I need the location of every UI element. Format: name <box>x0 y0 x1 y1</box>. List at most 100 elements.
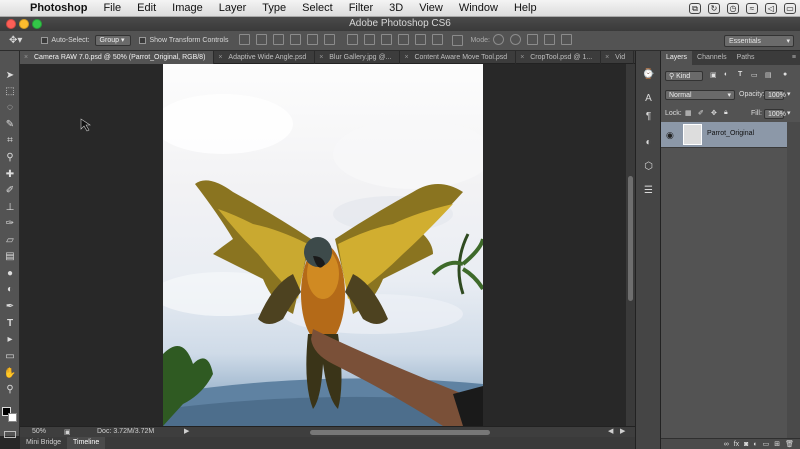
eraser-tool-icon[interactable]: ▱ <box>3 234 17 248</box>
workspace-switcher[interactable]: Essentials ▾ <box>724 35 794 47</box>
path-select-tool-icon[interactable]: ▸ <box>3 333 17 347</box>
volume-icon[interactable]: ◁ <box>765 3 777 14</box>
menu-type[interactable]: Type <box>254 0 294 17</box>
menu-window[interactable]: Window <box>451 0 506 17</box>
filter-adjustment-icon[interactable]: ◐ <box>724 71 728 78</box>
3d-panel-icon[interactable]: ⬡ <box>641 159 656 174</box>
zoom-window-button[interactable] <box>32 19 42 29</box>
lock-position-icon[interactable]: ✥ <box>711 109 717 117</box>
type-tool-icon[interactable]: T <box>3 317 17 331</box>
filter-pixel-icon[interactable]: ▣ <box>710 71 717 79</box>
lasso-tool-icon[interactable]: ◌ <box>3 101 17 115</box>
tab-vid[interactable]: × Vid <box>601 51 635 64</box>
gradient-tool-icon[interactable]: ▤ <box>3 250 17 264</box>
quick-mask-icon[interactable] <box>4 431 16 438</box>
minimize-window-button[interactable] <box>19 19 29 29</box>
battery-icon[interactable]: ▭ <box>784 3 796 14</box>
distribute-hcenter-icon[interactable] <box>415 34 427 45</box>
close-tab-icon[interactable]: × <box>319 51 323 64</box>
scroll-right-icon[interactable]: ▶ <box>620 427 625 435</box>
blur-tool-icon[interactable]: ● <box>3 267 17 281</box>
distribute-top-icon[interactable] <box>347 34 359 45</box>
new-adjustment-icon[interactable]: ◐ <box>753 441 757 448</box>
adjustments-panel-icon[interactable]: ◐ <box>641 135 656 150</box>
align-vcenter-icon[interactable] <box>256 34 268 45</box>
menu-select[interactable]: Select <box>294 0 341 17</box>
auto-select-dropdown[interactable]: Group ▾ <box>94 35 132 46</box>
history-panel-icon[interactable]: ⌚ <box>641 67 656 82</box>
menu-filter[interactable]: Filter <box>341 0 381 17</box>
3d-slide-icon[interactable] <box>543 34 555 45</box>
shape-tool-icon[interactable]: ▭ <box>3 350 17 364</box>
brush-tool-icon[interactable]: ✐ <box>3 184 17 198</box>
close-tab-icon[interactable]: × <box>24 51 28 64</box>
add-mask-icon[interactable]: ◙ <box>744 441 748 448</box>
move-tool-preset-icon[interactable]: ✥▾ <box>6 35 25 47</box>
distribute-left-icon[interactable] <box>398 34 410 45</box>
align-bottom-icon[interactable] <box>273 34 285 45</box>
blend-mode-dropdown[interactable]: Normal ▾ <box>665 90 735 100</box>
document-image-parrot[interactable] <box>163 64 483 426</box>
close-tab-icon[interactable]: × <box>520 51 524 64</box>
properties-panel-icon[interactable]: ☰ <box>641 183 656 198</box>
status-menu-icon[interactable]: ▣ <box>64 428 71 436</box>
chevron-down-icon[interactable]: ▾ <box>787 109 791 117</box>
close-window-button[interactable] <box>6 19 16 29</box>
marquee-tool-icon[interactable]: ⬚ <box>3 85 17 99</box>
tab-blur-gallery[interactable]: × Blur Gallery.jpg @... <box>315 51 401 64</box>
menu-edit[interactable]: Edit <box>129 0 164 17</box>
sync-icon[interactable]: ↻ <box>708 3 720 14</box>
timemachine-icon[interactable]: ◷ <box>727 3 739 14</box>
tab-layers[interactable]: Layers <box>661 51 693 65</box>
filter-type-icon[interactable]: T <box>738 71 742 78</box>
align-hcenter-icon[interactable] <box>307 34 319 45</box>
transform-controls-check-box[interactable] <box>139 36 147 44</box>
new-group-icon[interactable]: ▭ <box>763 440 770 448</box>
align-top-icon[interactable] <box>239 34 251 45</box>
lock-image-icon[interactable]: ✐ <box>698 109 704 117</box>
layer-row-parrot-original[interactable]: ◉ Parrot_Original <box>661 122 787 148</box>
background-color-swatch[interactable] <box>8 413 17 422</box>
document-canvas-area[interactable] <box>20 64 626 426</box>
layer-name[interactable]: Parrot_Original <box>707 130 754 137</box>
scroll-left-icon[interactable]: ◀ <box>608 427 613 435</box>
filter-shape-icon[interactable]: ▭ <box>751 71 758 79</box>
layers-scrollbar[interactable] <box>787 122 800 438</box>
dodge-tool-icon[interactable]: ◐ <box>3 283 17 297</box>
healing-brush-tool-icon[interactable]: ✚ <box>3 168 17 182</box>
eyedropper-tool-icon[interactable]: ⚲ <box>3 151 17 165</box>
new-layer-icon[interactable]: ⊞ <box>774 440 780 448</box>
menu-3d[interactable]: 3D <box>381 0 411 17</box>
auto-select-check-box[interactable] <box>41 36 49 44</box>
pen-tool-icon[interactable]: ✒ <box>3 300 17 314</box>
wifi-icon[interactable]: ≈ <box>746 3 758 14</box>
chevron-down-icon[interactable]: ▾ <box>787 90 791 98</box>
layer-kind-filter[interactable]: ⚲ Kind <box>665 71 703 81</box>
distribute-vcenter-icon[interactable] <box>364 34 376 45</box>
menu-help[interactable]: Help <box>506 0 545 17</box>
tab-channels[interactable]: Channels <box>692 51 732 65</box>
link-layers-icon[interactable]: ∞ <box>724 441 729 448</box>
tab-content-aware-move[interactable]: × Content Aware Move Tool.psd <box>400 51 517 64</box>
filter-toggle-icon[interactable]: ● <box>783 71 787 78</box>
status-arrow-icon[interactable]: ▶ <box>184 427 189 435</box>
filter-smart-object-icon[interactable]: ▤ <box>765 71 772 79</box>
panel-menu-icon[interactable]: ≡ <box>792 51 800 65</box>
vertical-scroll-thumb[interactable] <box>628 176 633 301</box>
menu-image[interactable]: Image <box>164 0 211 17</box>
distribute-right-icon[interactable] <box>432 34 444 45</box>
paragraph-panel-icon[interactable]: ¶ <box>641 109 656 124</box>
move-tool-icon[interactable]: ➤ <box>3 69 17 83</box>
tab-crop-tool[interactable]: × CropTool.psd @ 1... <box>516 51 602 64</box>
vertical-scrollbar[interactable] <box>626 64 635 426</box>
tab-mini-bridge[interactable]: Mini Bridge <box>20 437 67 449</box>
tab-adaptive-wide-angle[interactable]: × Adaptive Wide Angle.psd <box>214 51 316 64</box>
transform-controls-checkbox[interactable] <box>139 36 149 44</box>
fill-field[interactable]: 100% <box>764 109 786 119</box>
trash-icon[interactable]: 🗑︎ <box>785 440 794 448</box>
align-left-icon[interactable] <box>290 34 302 45</box>
3d-roll-icon[interactable] <box>509 34 521 45</box>
close-tab-icon[interactable]: × <box>404 51 408 64</box>
crop-tool-icon[interactable]: ⌗ <box>3 134 17 148</box>
hand-tool-icon[interactable]: ✋ <box>3 367 17 381</box>
